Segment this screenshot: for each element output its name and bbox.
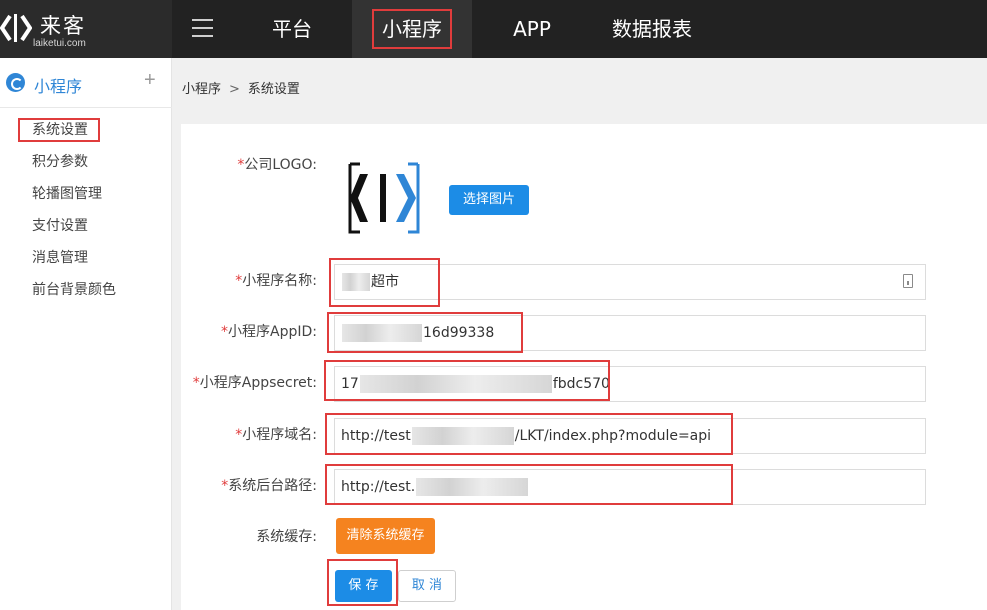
nav-platform-label: 平台	[272, 17, 312, 41]
domain-label: *小程序域名:	[235, 427, 317, 443]
choose-image-button[interactable]: 选择图片	[449, 185, 529, 215]
expand-plus-icon[interactable]: +	[144, 69, 156, 92]
nav-mini-program[interactable]: 小程序	[352, 0, 472, 58]
sidebar-header[interactable]: 小程序 +	[0, 58, 172, 108]
nav-data-reports-label: 数据报表	[612, 17, 692, 41]
top-bar: 来客 laiketui.com 平台 小程序 APP 数据报表	[0, 0, 987, 58]
sidebar-item-messages[interactable]: 消息管理	[32, 247, 88, 267]
sidebar-item-payment[interactable]: 支付设置	[32, 215, 88, 235]
breadcrumb-parent[interactable]: 小程序	[182, 82, 221, 97]
brand-logo[interactable]: 来客 laiketui.com	[0, 0, 172, 58]
sidebar-item-carousel[interactable]: 轮播图管理	[32, 183, 102, 203]
brand-logo-icon	[0, 14, 32, 42]
breadcrumb-separator: >	[229, 82, 240, 97]
app-secret-field[interactable]: 17 fbdc570	[334, 366, 926, 402]
backend-path-label: *系统后台路径:	[221, 478, 317, 494]
cache-label: 系统缓存:	[256, 529, 317, 545]
mini-program-icon	[6, 73, 25, 92]
app-id-value: 16d99338	[423, 325, 495, 341]
sidebar-item-label: 消息管理	[32, 250, 88, 266]
nav-data-reports[interactable]: 数据报表	[592, 0, 712, 58]
backend-path-field[interactable]: http://test.	[334, 469, 926, 505]
sidebar-item-points[interactable]: 积分参数	[32, 151, 88, 171]
app-id-label: *小程序AppID:	[221, 324, 317, 340]
breadcrumb: 小程序 > 系统设置	[182, 78, 300, 97]
sidebar-item-system-settings[interactable]: 系统设置	[18, 118, 100, 142]
sidebar-item-label: 支付设置	[32, 218, 88, 234]
save-button[interactable]: 保 存	[335, 570, 392, 602]
nav-app-label: APP	[513, 17, 551, 41]
clipboard-icon[interactable]	[903, 274, 913, 288]
app-name-value: 超市	[371, 274, 399, 290]
sidebar-item-label: 积分参数	[32, 154, 88, 170]
nav-platform[interactable]: 平台	[252, 0, 332, 58]
sidebar-title: 小程序	[34, 77, 83, 96]
brand-domain: laiketui.com	[33, 38, 86, 49]
clear-cache-button[interactable]: 清除系统缓存	[336, 518, 435, 554]
company-logo-label: *公司LOGO:	[237, 157, 317, 173]
cancel-button[interactable]: 取 消	[398, 570, 456, 602]
domain-value: /LKT/index.php?module=api	[514, 428, 712, 444]
sidebar-item-background-color[interactable]: 前台背景颜色	[32, 279, 116, 299]
nav-mini-program-label: 小程序	[372, 9, 452, 49]
nav-app[interactable]: APP	[492, 0, 572, 58]
sidebar-item-label: 系统设置	[18, 118, 100, 142]
sidebar-item-label: 前台背景颜色	[32, 282, 116, 298]
app-name-label: *小程序名称:	[235, 273, 317, 289]
breadcrumb-current: 系统设置	[247, 82, 300, 97]
brand-name: 来客	[40, 14, 86, 38]
domain-field[interactable]: http://test/LKT/index.php?module=api	[334, 418, 926, 454]
app-name-field[interactable]: 超市	[334, 264, 926, 300]
company-logo-preview	[348, 162, 420, 234]
backend-path-value: http://test.	[341, 479, 416, 495]
menu-toggle-icon[interactable]	[192, 19, 213, 37]
app-secret-value: fbdc570	[552, 376, 610, 392]
sidebar-item-label: 轮播图管理	[32, 186, 102, 202]
app-id-field[interactable]: 16d99338	[334, 315, 926, 351]
app-secret-label: *小程序Appsecret:	[192, 375, 317, 391]
